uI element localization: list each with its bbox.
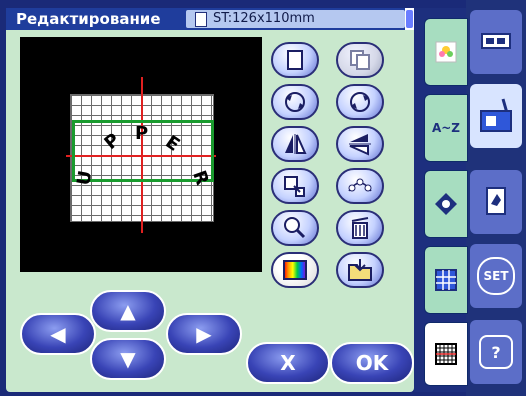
ok-button[interactable]: OK	[330, 342, 414, 384]
mode-embroidery-button[interactable]	[470, 84, 522, 148]
rotate-left-button[interactable]	[271, 84, 319, 120]
cancel-button[interactable]: X	[246, 342, 330, 384]
color-palette-icon	[283, 260, 307, 280]
ok-label: OK	[355, 351, 389, 375]
hoop-icon	[195, 12, 207, 27]
single-pattern-button[interactable]	[271, 42, 319, 78]
move-down-button[interactable]: ▼	[90, 338, 166, 380]
copy-pattern-button[interactable]	[336, 42, 384, 78]
sound-icon[interactable]	[406, 10, 413, 28]
color-button[interactable]	[271, 252, 319, 288]
pattern-letter-p2: P	[135, 123, 149, 144]
folder-save-icon	[348, 259, 372, 281]
rotate-left-icon	[285, 92, 305, 112]
title-bar: Редактирование ST:126x110mm	[6, 8, 414, 30]
help-icon: ?	[479, 335, 513, 369]
tab-frame-patterns[interactable]	[424, 246, 468, 314]
rotate-right-button[interactable]	[336, 84, 384, 120]
embroidery-machine-icon	[480, 98, 512, 132]
design-canvas: U P P E R	[20, 37, 262, 272]
sewing-machine-icon	[481, 33, 511, 49]
save-button[interactable]	[336, 252, 384, 288]
tab-edit[interactable]	[424, 322, 468, 386]
hand-cursor-icon	[486, 187, 506, 215]
mirror-horizontal-icon	[285, 134, 307, 154]
mirror-vertical-icon	[349, 134, 371, 156]
move-left-button[interactable]: ◀	[20, 313, 96, 355]
mirror-vertical-button[interactable]	[336, 126, 384, 162]
cancel-label: X	[280, 351, 296, 375]
stitch-size-readout: ST:126x110mm	[213, 11, 315, 26]
arrow-right-icon: ▶	[196, 322, 212, 346]
arrow-up-icon: ▲	[120, 299, 136, 323]
tab-embroidery-patterns[interactable]	[424, 18, 468, 86]
trash-icon	[351, 217, 369, 239]
settings-icon: SET	[477, 257, 515, 295]
resize-button[interactable]	[271, 168, 319, 204]
document-icon	[287, 50, 303, 70]
mode-embroidery-edit-button[interactable]	[470, 170, 522, 234]
move-up-button[interactable]: ▲	[90, 290, 166, 332]
arrow-down-icon: ▼	[120, 347, 136, 371]
card-icon	[435, 193, 457, 215]
curved-text-icon	[348, 178, 372, 192]
alphabet-tab-label: A~Z	[431, 121, 461, 135]
mode-sewing-button[interactable]	[470, 10, 522, 74]
help-button[interactable]: ?	[470, 320, 522, 384]
screen-title: Редактирование	[16, 10, 161, 28]
delete-button[interactable]	[336, 210, 384, 246]
flower-icon	[435, 41, 457, 63]
move-right-button[interactable]: ▶	[166, 313, 242, 355]
zoom-button[interactable]	[271, 210, 319, 246]
pattern-letter-u: U	[73, 168, 97, 187]
grid-icon	[435, 269, 457, 291]
rotate-right-icon	[350, 92, 370, 112]
magnifier-icon	[284, 217, 306, 239]
stitch-grid-icon	[435, 343, 457, 365]
curve-text-button[interactable]	[336, 168, 384, 204]
set-button[interactable]: SET	[470, 244, 522, 308]
resize-icon	[284, 176, 305, 197]
copy-icon	[350, 50, 370, 70]
tab-alphabet[interactable]: A~Z	[424, 94, 468, 162]
tab-memory-card[interactable]	[424, 170, 468, 238]
mirror-horizontal-button[interactable]	[271, 126, 319, 162]
arrow-left-icon: ◀	[50, 322, 66, 346]
